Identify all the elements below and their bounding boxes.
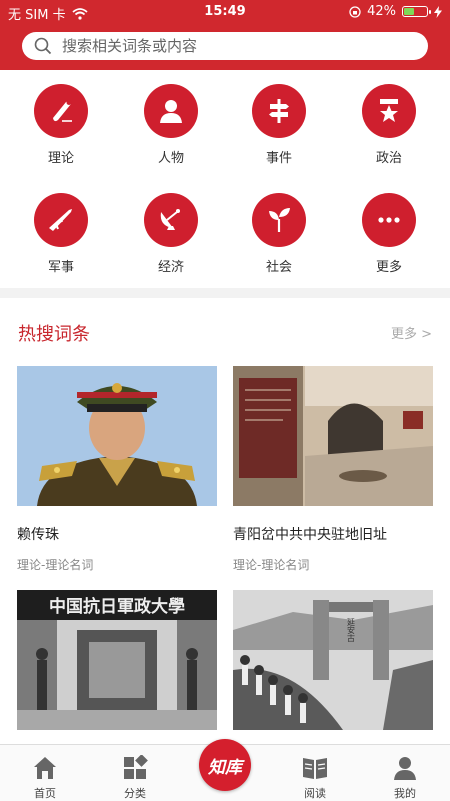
category-military[interactable]: 军事 [16,193,106,275]
entry-category: 理论-理论名词 [17,558,94,572]
tab-reading[interactable]: 阅读 [270,745,360,801]
rotation-lock-icon [349,5,361,18]
category-label: 政治 [375,151,402,166]
category-label: 军事 [47,260,74,275]
category-economy[interactable]: 经济 [126,193,216,275]
entry-name: 赖传珠 [17,527,59,543]
tab-home[interactable]: 首页 [0,745,90,801]
app-header: 无 SIM 卡 15:49 42% [0,0,450,70]
section-title: 热搜词条 [18,324,90,345]
category-label: 社会 [265,260,292,275]
zhiku-button[interactable]: 知库 [199,739,251,791]
battery-icon [402,6,431,17]
portrait-photo [17,366,217,506]
bottom-tab-bar: 首页 分类 知库 阅读 我的 [0,739,450,801]
tab-mine[interactable]: 我的 [360,745,450,801]
satellite-dish-icon [160,209,180,230]
historical-photo: 中国抗日軍政大學 [17,590,217,730]
category-label: 人物 [157,151,184,166]
signpost-icon [269,99,289,123]
book-icon [303,758,327,779]
category-label: 事件 [265,151,292,166]
category-politics[interactable]: 政治 [344,84,434,166]
charging-icon [434,5,442,18]
rifle-icon [49,209,72,231]
status-bar: 无 SIM 卡 15:49 42% [0,0,450,24]
category-grid: 理论 人物 事件 政治 军事 经济 社会 更多 [0,70,450,288]
home-icon [34,757,56,779]
scroll-icon [53,100,72,122]
category-more[interactable]: 更多 [344,193,434,275]
battery-percent: 42% [367,4,396,19]
tab-label: 首页 [34,787,56,800]
category-theory[interactable]: 理论 [16,84,106,166]
category-society[interactable]: 社会 [234,193,324,275]
tab-label: 阅读 [304,787,326,800]
entry-card[interactable]: 延安古 [233,590,433,744]
sprout-icon [269,208,290,232]
category-people[interactable]: 人物 [126,84,216,166]
more-link[interactable]: 更多 > [391,323,432,342]
tab-categories[interactable]: 分类 [90,745,180,801]
medal-icon [380,99,398,122]
person-icon [160,100,182,123]
entry-name: 青阳岔中共中央驻地旧址 [233,527,387,543]
grid-icon [124,755,148,779]
entry-card[interactable]: 中国抗日軍政大學 [17,590,217,744]
category-events[interactable]: 事件 [234,84,324,166]
search-input[interactable] [60,36,384,56]
user-icon [394,757,416,780]
search-icon [34,37,52,55]
site-photo [233,366,433,506]
entry-card[interactable]: 青阳岔中共中央驻地旧址 理论-理论名词 [233,366,433,573]
tab-label: 我的 [394,787,416,800]
category-label: 经济 [157,260,184,275]
hot-entries-section: 热搜词条 更多 > 赖传珠 理论-理论名词 青阳岔中共中央驻地旧址 理论-理论名… [0,298,450,744]
photo-gate-text: 延安古 [347,617,356,643]
entry-card[interactable]: 赖传珠 理论-理论名词 [17,366,217,573]
category-label: 更多 [375,260,402,275]
entry-category: 理论-理论名词 [233,558,310,572]
category-label: 理论 [47,151,74,166]
photo-plaque-text: 中国抗日軍政大學 [49,596,185,617]
historical-photo: 延安古 [233,590,433,730]
search-bar[interactable] [22,32,428,60]
more-dots-icon [378,217,400,223]
tab-label: 分类 [124,787,146,800]
